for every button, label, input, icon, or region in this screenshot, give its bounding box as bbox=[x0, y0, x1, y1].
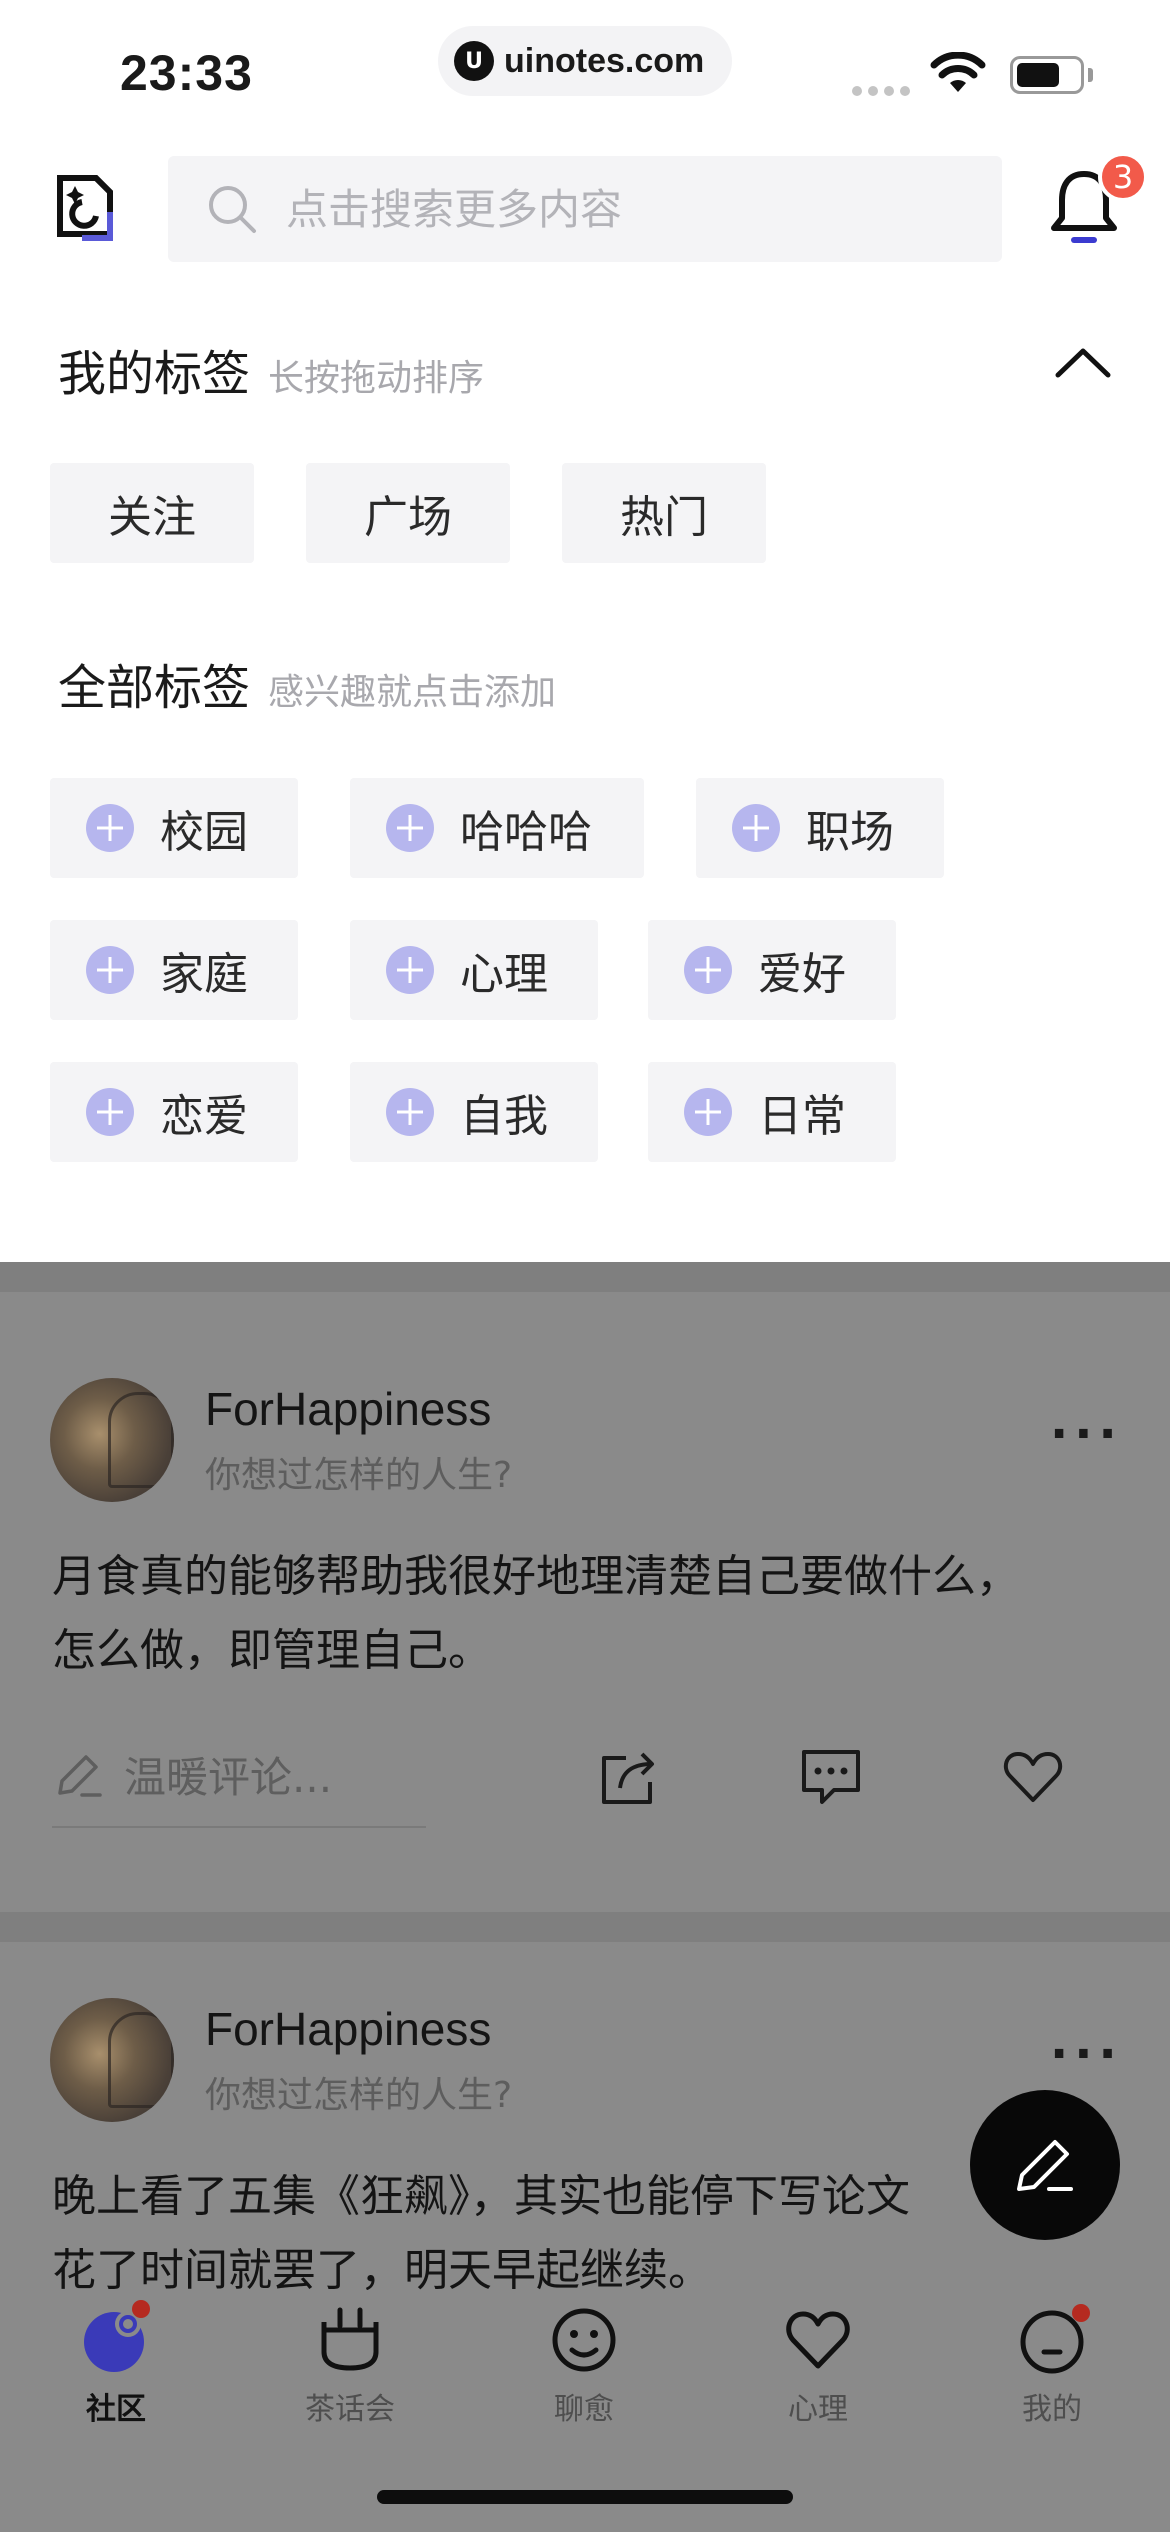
compose-button[interactable] bbox=[970, 2090, 1120, 2240]
my-tags-hint: 长按拖动排序 bbox=[268, 358, 485, 399]
tab-label: 我的 bbox=[1022, 2392, 1082, 2427]
post-text: 月食真的能够帮助我很好地理清楚自己要做什么， 怎么做，即管理自己。 bbox=[52, 1540, 1132, 1688]
more-options-icon[interactable]: ··· bbox=[1050, 2026, 1123, 2082]
my-tag-chip[interactable]: 广场 bbox=[306, 463, 510, 563]
url-pill[interactable]: U uinotes.com bbox=[438, 26, 732, 96]
search-bar[interactable] bbox=[168, 156, 1002, 262]
feed-divider bbox=[0, 1262, 1170, 1292]
tab-label: 社区 bbox=[86, 2392, 146, 2427]
plus-icon bbox=[86, 804, 134, 852]
home-indicator[interactable] bbox=[377, 2490, 793, 2504]
tab-label: 心理 bbox=[788, 2392, 848, 2427]
tab-psychology[interactable]: 心理 bbox=[738, 2304, 898, 2428]
all-tags-header: 全部标签 感兴趣就点击添加 bbox=[58, 648, 556, 718]
add-tag-chip[interactable]: 自我 bbox=[350, 1062, 598, 1162]
plus-icon bbox=[732, 804, 780, 852]
heart-icon bbox=[782, 2304, 854, 2376]
tab-community[interactable]: 社区 bbox=[36, 2300, 196, 2428]
tab-tea-party[interactable]: 茶话会 bbox=[270, 2304, 430, 2428]
avatar[interactable] bbox=[50, 1378, 174, 1502]
tag-label: 爱好 bbox=[758, 949, 846, 1000]
wifi-icon bbox=[930, 52, 986, 92]
more-options-icon[interactable]: ··· bbox=[1050, 1406, 1123, 1462]
post-text: 晚上看了五集《狂飙》，其实也能停下写论文 花了时间就罢了，明天早起继续。 bbox=[52, 2160, 1132, 2290]
post-text-line: 花了时间就罢了，明天早起继续。 bbox=[52, 2245, 712, 2290]
plus-icon bbox=[86, 946, 134, 994]
chevron-up-icon[interactable] bbox=[1054, 345, 1112, 379]
url-text: uinotes.com bbox=[504, 41, 705, 80]
post-card[interactable]: ForHappiness 你想过怎样的人生? ··· 月食真的能够帮助我很好地理… bbox=[0, 1292, 1170, 1912]
add-tag-chip[interactable]: 职场 bbox=[696, 778, 944, 878]
app-logo-icon[interactable] bbox=[52, 172, 116, 244]
add-tag-chip[interactable]: 心理 bbox=[350, 920, 598, 1020]
plus-icon bbox=[684, 1088, 732, 1136]
post-tagline: 你想过怎样的人生? bbox=[205, 2075, 513, 2116]
search-icon bbox=[209, 186, 256, 233]
add-tag-chip[interactable]: 哈哈哈 bbox=[350, 778, 644, 878]
post-text-line: 怎么做，即管理自己。 bbox=[52, 1625, 492, 1676]
tag-label: 日常 bbox=[758, 1091, 846, 1142]
tea-party-icon bbox=[314, 2304, 386, 2376]
plus-icon bbox=[386, 1088, 434, 1136]
tab-mine[interactable]: 我的 bbox=[972, 2304, 1132, 2428]
my-tags-header: 我的标签 长按拖动排序 bbox=[58, 334, 484, 404]
tag-label: 自我 bbox=[460, 1091, 548, 1142]
notification-badge: 3 bbox=[1098, 152, 1148, 202]
tag-label: 哈哈哈 bbox=[460, 807, 592, 858]
tab-label: 茶话会 bbox=[305, 2392, 395, 2427]
plus-icon bbox=[386, 804, 434, 852]
add-tag-chip[interactable]: 日常 bbox=[648, 1062, 896, 1162]
notification-dot bbox=[132, 2300, 150, 2318]
comment-placeholder: 温暖评论... bbox=[124, 1753, 333, 1802]
post-text-line: 月食真的能够帮助我很好地理清楚自己要做什么， bbox=[52, 1551, 1020, 1602]
community-icon bbox=[80, 2300, 152, 2376]
add-tag-chip[interactable]: 校园 bbox=[50, 778, 298, 878]
avatar[interactable] bbox=[50, 1998, 174, 2122]
plus-icon bbox=[684, 946, 732, 994]
status-bar: 23:33 U uinotes.com bbox=[0, 0, 1170, 140]
profile-face-icon bbox=[1016, 2304, 1090, 2376]
tag-label: 家庭 bbox=[160, 949, 248, 1000]
feed-divider bbox=[0, 1912, 1170, 1942]
add-tag-chip[interactable]: 家庭 bbox=[50, 920, 298, 1020]
battery-icon bbox=[1010, 56, 1084, 94]
tag-label: 恋爱 bbox=[160, 1091, 248, 1142]
tag-label: 校园 bbox=[160, 807, 248, 858]
tab-chat[interactable]: 聊愈 bbox=[504, 2304, 664, 2428]
chat-face-icon bbox=[548, 2304, 620, 2376]
comment-underline bbox=[52, 1826, 426, 1828]
post-tagline: 你想过怎样的人生? bbox=[205, 1455, 513, 1496]
tab-label: 聊愈 bbox=[554, 2392, 614, 2427]
cellular-signal-icon bbox=[852, 86, 910, 96]
tag-label: 心理 bbox=[460, 949, 548, 1000]
comment-icon[interactable] bbox=[798, 1744, 864, 1810]
plus-icon bbox=[86, 1088, 134, 1136]
notification-dot bbox=[1072, 2304, 1090, 2322]
battery-tip bbox=[1088, 68, 1093, 82]
add-tag-chip[interactable]: 爱好 bbox=[648, 920, 896, 1020]
status-time: 23:33 bbox=[120, 45, 253, 101]
comment-input[interactable]: 温暖评论... bbox=[52, 1744, 332, 1805]
my-tags-title: 我的标签 bbox=[58, 346, 251, 402]
my-tag-chip[interactable]: 热门 bbox=[562, 463, 766, 563]
compose-pen-icon bbox=[1017, 2140, 1073, 2191]
tag-label: 职场 bbox=[806, 807, 894, 858]
my-tag-chip[interactable]: 关注 bbox=[50, 463, 254, 563]
all-tags-hint: 感兴趣就点击添加 bbox=[268, 672, 557, 713]
add-tag-chip[interactable]: 恋爱 bbox=[50, 1062, 298, 1162]
pen-icon bbox=[58, 1754, 102, 1797]
share-icon[interactable] bbox=[596, 1744, 662, 1810]
search-input[interactable] bbox=[286, 184, 966, 234]
post-author[interactable]: ForHappiness bbox=[205, 2002, 491, 2056]
all-tags-title: 全部标签 bbox=[58, 660, 251, 716]
post-author[interactable]: ForHappiness bbox=[205, 1382, 491, 1436]
plus-icon bbox=[386, 946, 434, 994]
like-heart-icon[interactable] bbox=[1000, 1744, 1066, 1810]
site-logo-icon: U bbox=[454, 41, 494, 81]
